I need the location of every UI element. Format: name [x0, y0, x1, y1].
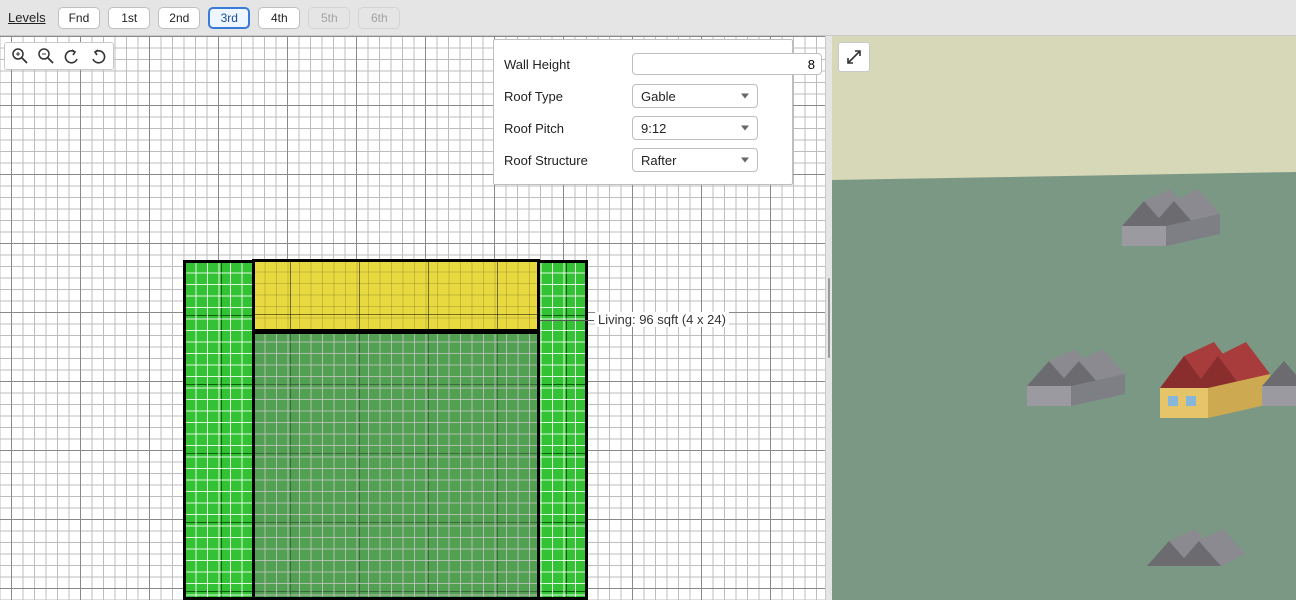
undo-button[interactable] — [59, 45, 85, 67]
selection-label: Living: 96 sqft (4 x 24) — [595, 312, 729, 327]
preview-pane[interactable] — [832, 36, 1296, 600]
roof-struct-label: Roof Structure — [504, 153, 624, 168]
workspace: Living: 96 sqft (4 x 24) — [0, 36, 1296, 600]
level-5th-button: 5th — [308, 7, 350, 29]
redo-button[interactable] — [85, 45, 111, 67]
prop-row-wall-height: Wall Height ft — [504, 48, 782, 80]
level-2nd-button[interactable]: 2nd — [158, 7, 200, 29]
floor-lower-level — [252, 331, 540, 600]
levels-label: Levels — [8, 10, 50, 25]
prop-row-roof-struct: Roof Structure Rafter — [504, 144, 782, 176]
level-fnd-button[interactable]: Fnd — [58, 7, 101, 29]
preview-house-selected[interactable] — [1142, 326, 1262, 416]
selection-leader-line — [540, 320, 594, 321]
roof-struct-value: Rafter — [641, 153, 676, 168]
roof-type-value: Gable — [641, 89, 676, 104]
preview-house-mid-right — [1262, 326, 1296, 416]
prop-row-roof-type: Roof Type Gable — [504, 80, 782, 112]
level-4th-button[interactable]: 4th — [258, 7, 300, 29]
roof-pitch-select[interactable]: 9:12 — [632, 116, 758, 140]
preview-house-mid-left — [1007, 326, 1127, 416]
level-1st-button[interactable]: 1st — [108, 7, 150, 29]
roof-pitch-value: 9:12 — [641, 121, 666, 136]
roof-pitch-label: Roof Pitch — [504, 121, 624, 136]
properties-panel: Wall Height ft Roof Type Gable Roof Pitc… — [493, 39, 793, 185]
orbit-icon — [845, 48, 863, 66]
redo-icon — [89, 47, 107, 65]
wall-height-input[interactable] — [632, 53, 822, 75]
prop-row-roof-pitch: Roof Pitch 9:12 — [504, 112, 782, 144]
roof-type-label: Roof Type — [504, 89, 624, 104]
preview-house-back-right — [1102, 166, 1222, 256]
preview-mini-toolbar — [838, 42, 870, 72]
floorplan-pane[interactable]: Living: 96 sqft (4 x 24) — [0, 36, 826, 600]
preview-house-front — [1127, 506, 1247, 596]
undo-icon — [63, 47, 81, 65]
level-3rd-button[interactable]: 3rd — [208, 7, 250, 29]
orbit-tool-button[interactable] — [842, 46, 866, 68]
level-6th-button: 6th — [358, 7, 400, 29]
zoom-in-icon — [11, 47, 29, 65]
zoom-in-button[interactable] — [7, 45, 33, 67]
wall-height-label: Wall Height — [504, 57, 624, 72]
zoom-out-button[interactable] — [33, 45, 59, 67]
roof-struct-select[interactable]: Rafter — [632, 148, 758, 172]
roof-type-select[interactable]: Gable — [632, 84, 758, 108]
zoom-out-icon — [37, 47, 55, 65]
levels-toolbar: Levels Fnd 1st 2nd 3rd 4th 5th 6th — [0, 0, 1296, 36]
splitter-handle[interactable] — [828, 278, 830, 358]
plan-mini-toolbar — [4, 42, 114, 70]
floor-selected-area[interactable] — [252, 259, 540, 332]
